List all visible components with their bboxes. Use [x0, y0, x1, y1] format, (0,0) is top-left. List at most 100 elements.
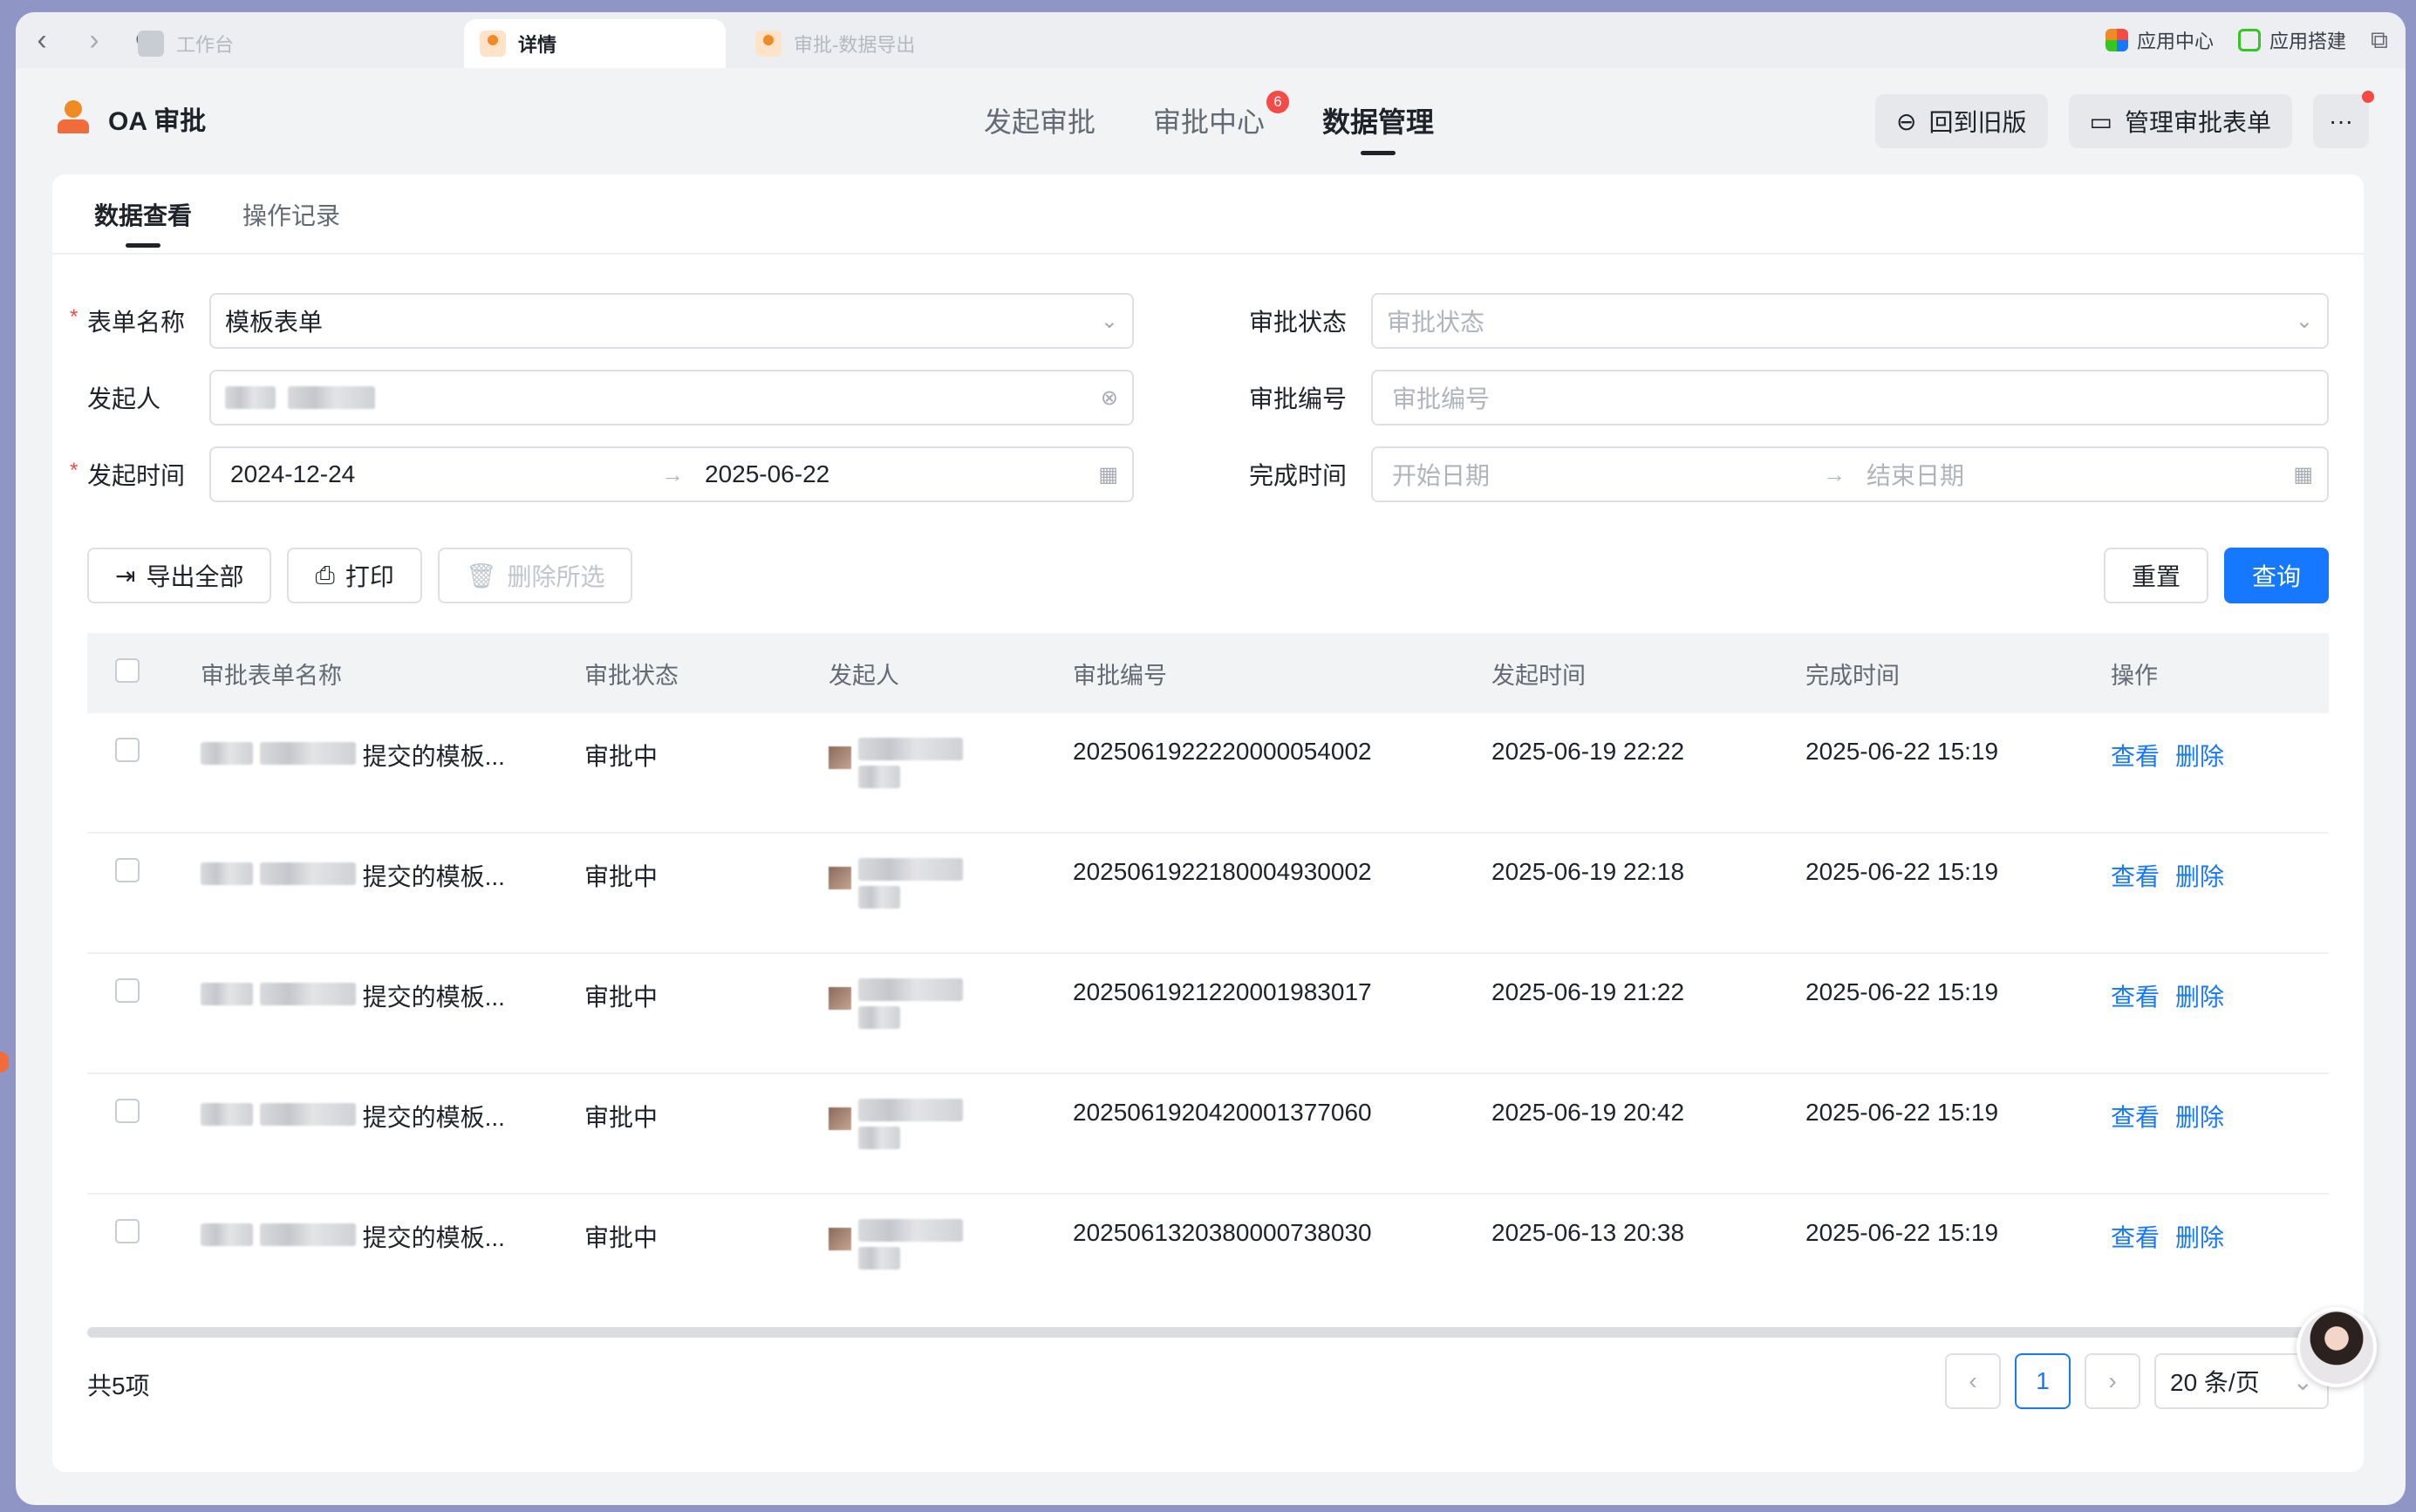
approval-no-cell: 2025061320380000738030 [1073, 1219, 1372, 1246]
avatar [829, 746, 851, 769]
browser-right-links: 应用中心 应用搭建 ⧉ [2105, 12, 2388, 68]
delete-link[interactable]: 删除 [2175, 984, 2224, 1011]
app-grid-icon [2105, 29, 2128, 51]
app-window: ‹ › ⟳ 工作台 详情 审批-数据导出 应用中心 应用搭建 ⧉ [16, 12, 2406, 1505]
initiator-name-redacted [288, 386, 375, 409]
clear-icon[interactable]: ⊗ [1101, 385, 1118, 411]
content-card: 数据查看 操作记录 * 表单名称 模板表单 ⌄ 发起人 ⊗ * 发起时间 2024-… [52, 174, 2364, 1472]
finish-time-cell: 2025-06-22 15:19 [1805, 1099, 1999, 1126]
tab-data-view[interactable]: 数据查看 [94, 174, 192, 255]
redacted-name [259, 983, 356, 1005]
reset-button[interactable]: 重置 [2103, 548, 2208, 603]
form-name-cell: 提交的模板... [362, 863, 505, 890]
view-link[interactable]: 查看 [2111, 1104, 2160, 1131]
manage-forms-button[interactable]: ▭ 管理审批表单 [2068, 94, 2292, 148]
avatar [829, 1107, 851, 1130]
filter-initiator: 发起人 ⊗ [87, 370, 1134, 426]
status-cell: 审批中 [584, 863, 659, 890]
back-icon[interactable]: ‹ [16, 12, 68, 68]
delete-link[interactable]: 删除 [2175, 1224, 2224, 1251]
query-button[interactable]: 查询 [2223, 548, 2329, 603]
nav-initiate-approval[interactable]: 发起审批 [984, 68, 1095, 173]
table-row: 提交的模板... 审批中 2025061922220000054002 2025… [87, 713, 2329, 834]
prev-page-button[interactable]: ‹ [1945, 1353, 2001, 1409]
select-all-checkbox[interactable] [115, 657, 140, 683]
nav-data-management[interactable]: 数据管理 [1322, 68, 1434, 173]
app-title: OA 审批 [108, 107, 207, 136]
form-name-cell: 提交的模板... [362, 1104, 505, 1131]
row-checkbox[interactable] [115, 858, 140, 882]
trash-icon: 🗑 [465, 562, 497, 589]
status-cell: 审批中 [584, 1104, 659, 1131]
start-time-cell: 2025-06-19 22:22 [1491, 738, 1685, 765]
table-row: 提交的模板... 审批中 2025061320380000738030 2025… [87, 1195, 2329, 1315]
nav-approval-center[interactable]: 审批中心 6 [1153, 68, 1290, 173]
row-checkbox[interactable] [115, 978, 140, 1003]
browser-tab-detail[interactable]: 详情 [464, 19, 726, 68]
form-name-cell: 提交的模板... [362, 984, 505, 1011]
redacted-name [259, 742, 356, 765]
horizontal-scrollbar[interactable] [87, 1327, 2329, 1338]
delete-link[interactable]: 删除 [2175, 1104, 2224, 1131]
tab-operation-log[interactable]: 操作记录 [242, 174, 340, 255]
avatar [829, 867, 851, 889]
export-all-button[interactable]: ⇥ 导出全部 [87, 548, 272, 603]
row-checkbox[interactable] [115, 1099, 140, 1123]
approval-no-cell: 2025061922220000054002 [1073, 738, 1372, 765]
app-center-link[interactable]: 应用中心 [2105, 26, 2214, 54]
start-time-cell: 2025-06-19 21:22 [1491, 978, 1685, 1005]
form-name-select[interactable]: 模板表单 ⌄ [209, 293, 1134, 349]
browser-tab-export[interactable]: 审批-数据导出 [740, 19, 1001, 68]
finish-time-range[interactable]: 开始日期 → 结束日期 ▦ [1371, 446, 2329, 502]
redacted-name [259, 1223, 356, 1246]
row-checkbox[interactable] [115, 738, 140, 762]
row-checkbox[interactable] [115, 1219, 140, 1243]
print-button[interactable]: ⎙ 打印 [287, 548, 422, 603]
table-row: 提交的模板... 审批中 2025061920420001377060 2025… [87, 1074, 2329, 1195]
arrow-right-icon: → [1823, 460, 1846, 487]
assistant-avatar[interactable] [2297, 1307, 2377, 1387]
avatar [829, 987, 851, 1010]
browser-tab-workbench[interactable]: 工作台 [122, 19, 384, 68]
start-time-cell: 2025-06-19 22:18 [1491, 858, 1685, 885]
app-builder-link[interactable]: 应用搭建 [2237, 26, 2346, 54]
calendar-icon: ▦ [1098, 462, 1118, 487]
main-nav: 发起审批 审批中心 6 数据管理 [984, 68, 1434, 173]
approval-no-cell: 2025061922180004930002 [1073, 858, 1372, 885]
start-time-range[interactable]: 2024-12-24 → 2025-06-22 ▦ [209, 446, 1134, 502]
view-link[interactable]: 查看 [2111, 1224, 2160, 1251]
view-link[interactable]: 查看 [2111, 743, 2160, 770]
header-buttons: ⊖ 回到旧版 ▭ 管理审批表单 ··· [1875, 91, 2374, 148]
filter-finish-time: 完成时间 开始日期 → 结束日期 ▦ [1249, 446, 2329, 502]
side-edge-tab[interactable] [0, 1052, 9, 1073]
delete-link[interactable]: 删除 [2175, 743, 2224, 770]
more-icon[interactable]: ··· [2313, 91, 2374, 148]
view-link[interactable]: 查看 [2111, 863, 2160, 890]
view-link[interactable]: 查看 [2111, 984, 2160, 1011]
back-to-old-version-button[interactable]: ⊖ 回到旧版 [1875, 94, 2048, 148]
col-start-time: 发起时间 [1491, 662, 1586, 689]
status-select[interactable]: 审批状态 ⌄ [1371, 293, 2329, 349]
approval-table: 审批表单名称 审批状态 发起人 审批编号 发起时间 完成时间 操作 提交的模板.… [87, 633, 2329, 1315]
initiator-input[interactable]: ⊗ [209, 370, 1134, 426]
next-page-button[interactable]: › [2085, 1353, 2140, 1409]
delete-selected-button[interactable]: 🗑 删除所选 [437, 548, 633, 603]
page-button[interactable]: 1 [2015, 1353, 2071, 1409]
start-time-cell: 2025-06-19 20:42 [1491, 1099, 1685, 1126]
open-external-icon[interactable]: ⧉ [2371, 26, 2388, 55]
redacted-name [201, 1223, 253, 1246]
delete-link[interactable]: 删除 [2175, 863, 2224, 890]
table-row: 提交的模板... 审批中 2025061921220001983017 2025… [87, 954, 2329, 1074]
initiator-cell [829, 1099, 1073, 1149]
app-logo: OA 审批 [56, 99, 206, 138]
redacted-name [201, 1103, 253, 1126]
approval-no-input[interactable]: 审批编号 [1371, 370, 2329, 426]
sub-tabs: 数据查看 操作记录 [52, 174, 2364, 255]
initiator-avatar-redacted [225, 386, 276, 409]
table-header: 审批表单名称 审批状态 发起人 审批编号 发起时间 完成时间 操作 [87, 633, 2329, 713]
col-actions: 操作 [2111, 662, 2158, 689]
filter-start-time: * 发起时间 2024-12-24 → 2025-06-22 ▦ [70, 446, 1134, 502]
status-cell: 审批中 [584, 743, 659, 770]
forward-icon[interactable]: › [68, 12, 120, 68]
approval-no-cell: 2025061921220001983017 [1073, 978, 1372, 1005]
